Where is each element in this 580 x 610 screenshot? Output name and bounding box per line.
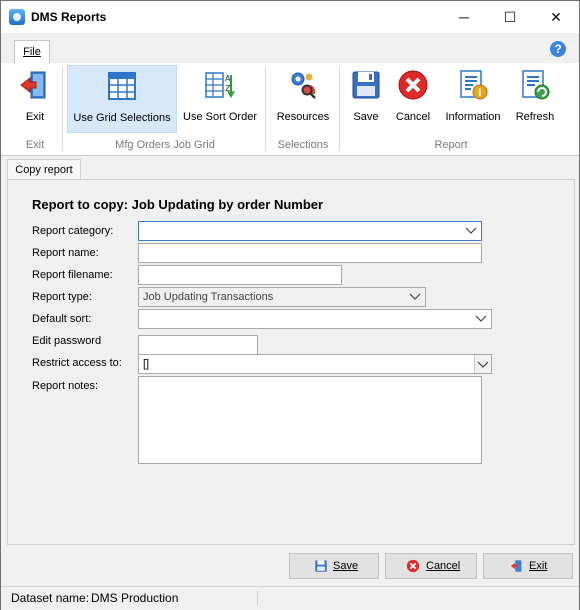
save-button-label: Save	[333, 560, 359, 572]
default-sort-label: Default sort:	[32, 313, 92, 325]
cancel-icon	[398, 70, 428, 100]
ribbon-resources-button[interactable]: Resources	[271, 65, 335, 131]
default-sort-dropdown[interactable]	[138, 309, 492, 329]
ribbon-save-button[interactable]: Save	[343, 65, 389, 131]
report-type-label: Report type:	[32, 291, 92, 303]
ribbon-group-selections: Selections	[277, 139, 329, 151]
cancel-icon	[406, 559, 420, 573]
minimize-button[interactable]: ─	[441, 1, 487, 33]
ribbon-refresh-button[interactable]: Refresh	[511, 65, 559, 131]
file-tab[interactable]: File	[14, 40, 50, 63]
report-type-dropdown[interactable]: Job Updating Transactions	[138, 287, 426, 307]
status-bar: Dataset name: DMS Production	[1, 586, 579, 610]
report-name-input[interactable]	[138, 243, 482, 263]
cancel-button-label: Cancel	[426, 560, 461, 572]
restrict-access-label: Restrict access to:	[32, 357, 122, 369]
report-type-value: Job Updating Transactions	[143, 291, 274, 303]
main-window: DMS Reports ─ ☐ ✕ File ? Exit Use Grid S…	[0, 0, 580, 610]
ribbon-resources-label: Resources	[276, 111, 330, 123]
chevron-down-icon	[409, 293, 421, 300]
ribbon: Exit Use Grid Selections A Z Use Sort Or…	[1, 63, 579, 156]
cancel-button[interactable]: Cancel	[385, 553, 477, 579]
close-button[interactable]: ✕	[533, 1, 579, 33]
dataset-name-label: Dataset name:	[11, 591, 90, 605]
exit-button[interactable]: Exit	[483, 553, 573, 579]
ribbon-group-exit: Exit	[25, 139, 45, 151]
ribbon-separator	[265, 67, 266, 151]
window-title: DMS Reports	[31, 10, 107, 24]
ribbon-use-grid-selections-button[interactable]: Use Grid Selections	[67, 65, 177, 133]
chevron-down-icon	[477, 361, 489, 368]
app-icon	[9, 9, 25, 25]
dataset-name-value: DMS Production	[91, 591, 179, 605]
ribbon-exit-label: Exit	[25, 111, 45, 123]
ribbon-information-button[interactable]: i Information	[439, 65, 507, 131]
report-name-label: Report name:	[32, 247, 99, 259]
restrict-access-value: []	[143, 358, 150, 370]
ribbon-information-label: Information	[445, 111, 501, 123]
ribbon-save-label: Save	[353, 111, 379, 123]
dropdown-arrow-button[interactable]	[474, 355, 491, 373]
svg-text:i: i	[478, 88, 481, 99]
report-filename-input[interactable]	[138, 265, 342, 285]
refresh-icon	[522, 70, 550, 100]
grid-icon	[108, 72, 136, 100]
ribbon-use-sort-order-button[interactable]: A Z Use Sort Order	[179, 65, 261, 131]
report-notes-textarea[interactable]	[138, 376, 482, 464]
ribbon-group-report: Report	[434, 139, 468, 151]
copy-report-panel: Report to copy: Job Updating by order Nu…	[7, 179, 575, 545]
edit-password-label: Edit password	[32, 335, 102, 347]
ribbon-use-sort-order-label: Use Sort Order	[183, 111, 257, 123]
maximize-button[interactable]: ☐	[487, 1, 533, 33]
ribbon-group-grid: Mfg Orders Job Grid	[115, 139, 215, 151]
ribbon-exit-button[interactable]: Exit	[7, 65, 63, 131]
report-category-label: Report category:	[32, 225, 114, 237]
form-heading: Report to copy: Job Updating by order Nu…	[32, 197, 324, 212]
report-filename-label: Report filename:	[32, 269, 113, 281]
button-bar: Save Cancel Exit	[7, 544, 573, 584]
ribbon-cancel-label: Cancel	[395, 111, 431, 123]
floppy-disk-icon	[315, 560, 327, 572]
ribbon-use-grid-selections-label: Use Grid Selections	[73, 112, 171, 124]
information-icon: i	[460, 70, 488, 100]
ribbon-separator	[339, 67, 340, 151]
ribbon-refresh-label: Refresh	[515, 111, 555, 123]
resources-icon	[291, 72, 316, 99]
sort-order-icon: A Z	[205, 72, 235, 98]
exit-button-label: Exit	[529, 560, 548, 572]
exit-door-icon	[510, 560, 522, 572]
report-category-dropdown[interactable]	[138, 221, 482, 241]
restrict-access-dropdown[interactable]: []	[138, 354, 492, 374]
title-bar: DMS Reports ─ ☐ ✕	[1, 1, 579, 33]
report-notes-label: Report notes:	[32, 380, 99, 392]
chevron-down-icon	[475, 315, 487, 322]
help-icon[interactable]: ?	[550, 41, 566, 57]
floppy-disk-icon	[352, 71, 380, 99]
chevron-down-icon	[465, 227, 477, 234]
status-divider	[257, 591, 258, 605]
ribbon-tab-strip	[1, 33, 579, 64]
save-button[interactable]: Save	[289, 553, 379, 579]
tab-copy-report[interactable]: Copy report	[7, 159, 81, 180]
ribbon-cancel-button[interactable]: Cancel	[391, 65, 435, 131]
exit-door-icon	[20, 71, 46, 99]
edit-password-input[interactable]	[138, 335, 258, 355]
